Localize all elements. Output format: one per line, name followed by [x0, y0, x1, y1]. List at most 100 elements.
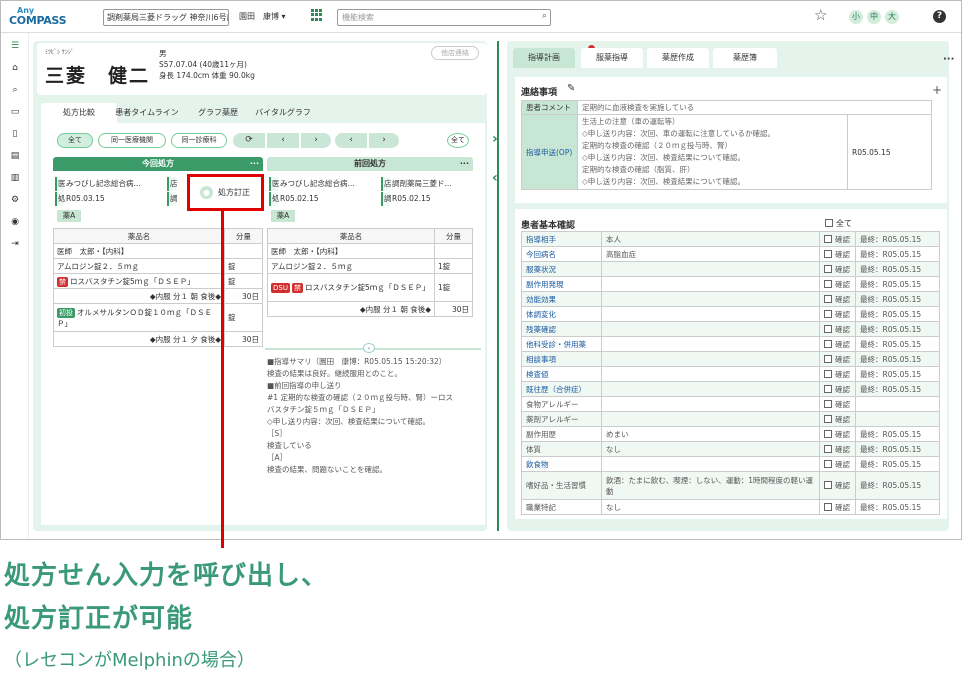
table-row: 医師 太郎・【内科】: [267, 243, 473, 259]
phone-icon[interactable]: ▯: [10, 129, 20, 139]
other-store-button[interactable]: 他店連絡: [431, 46, 479, 60]
check-item-label[interactable]: 副作用発現: [521, 276, 602, 292]
prev-arrow-icon[interactable]: ‹: [267, 133, 299, 148]
confirm-checkbox[interactable]: 確認: [819, 321, 856, 337]
function-search-input[interactable]: 機能検索 ⌕: [337, 9, 551, 26]
check-item-label[interactable]: 他科受診・併用薬: [521, 336, 602, 352]
tab-create-history[interactable]: 薬歴作成: [647, 48, 709, 68]
settings-icon[interactable]: ⚙: [10, 195, 20, 205]
tab-prescription-compare[interactable]: 処方比較: [41, 103, 117, 123]
table-row: 相談事項 確認 最終：R05.05.15: [521, 351, 940, 367]
menu-icon[interactable]: ☰: [10, 41, 20, 51]
search-icon[interactable]: ⌕: [10, 85, 20, 95]
tab-history-book[interactable]: 薬歴簿: [713, 48, 777, 68]
font-size-small-button[interactable]: 小: [849, 10, 863, 24]
next-arrow-icon[interactable]: ›: [301, 133, 331, 148]
filter-same-department-button[interactable]: 同一診療科: [171, 133, 227, 148]
confirm-checkbox[interactable]: 確認: [819, 366, 856, 382]
check-item-label[interactable]: 相談事項: [521, 351, 602, 367]
tab-graph-history[interactable]: グラフ薬歴: [185, 103, 251, 123]
confirm-checkbox[interactable]: 確認: [819, 276, 856, 292]
home-icon[interactable]: ⌂: [10, 63, 20, 73]
search-icon[interactable]: ⌕: [542, 11, 547, 21]
apps-grid-icon[interactable]: [311, 9, 323, 21]
filter-all-2-button[interactable]: 全て: [447, 133, 469, 148]
check-item-label[interactable]: 指導相手: [521, 231, 602, 247]
prev-arrow-2-icon[interactable]: ‹: [335, 133, 367, 148]
help-icon[interactable]: ?: [933, 10, 946, 23]
table-row: 体調変化 確認 最終：R05.05.15: [521, 306, 940, 322]
confirm-checkbox[interactable]: 確認: [819, 411, 856, 427]
caption-line-3: （レセコンがMelphinの場合）: [4, 650, 255, 671]
filter-all-button[interactable]: 全て: [57, 133, 93, 148]
expand-right-icon[interactable]: ›: [492, 132, 498, 146]
table-row: 初投 オルメサルタンＯＤ錠１０ｍｇ「ＤＳＥＰ」錠: [53, 303, 263, 332]
office-icon[interactable]: ▥: [10, 173, 20, 183]
store-select[interactable]: 調剤薬局三菱ドラッグ 神奈川6号店 ▾: [103, 9, 229, 26]
callout-line: [221, 210, 224, 548]
building-icon[interactable]: ▤: [10, 151, 20, 161]
confirm-checkbox[interactable]: 確認: [819, 246, 856, 262]
first-dose-badge: 初投: [57, 307, 75, 318]
check-item-label[interactable]: 服薬状況: [521, 261, 602, 277]
tab-patient-timeline[interactable]: 患者タイムライン: [113, 103, 181, 123]
monitor-icon[interactable]: ▭: [10, 107, 20, 117]
edit-pencil-icon[interactable]: ✎: [567, 83, 575, 94]
tab-guidance-plan[interactable]: 指導計画: [513, 48, 575, 68]
refresh-icon[interactable]: ⟳: [233, 133, 265, 148]
more-icon[interactable]: ···: [460, 157, 469, 171]
confirm-checkbox[interactable]: 確認: [819, 351, 856, 367]
confirm-checkbox[interactable]: 確認: [819, 381, 856, 397]
confirm-checkbox[interactable]: 確認: [819, 291, 856, 307]
filter-same-institution-button[interactable]: 同一医療機関: [98, 133, 166, 148]
check-item-last-date: 最終：R05.05.15: [855, 276, 940, 292]
check-item-label[interactable]: 体調変化: [521, 306, 602, 322]
collapse-icon[interactable]: ⌄: [363, 343, 375, 353]
table-row: 他科受診・併用薬 確認 最終：R05.05.15: [521, 336, 940, 352]
confirm-checkbox[interactable]: 確認: [819, 306, 856, 322]
confirm-checkbox[interactable]: 確認: [819, 396, 856, 412]
confirm-checkbox[interactable]: 確認: [819, 456, 856, 472]
check-item-label[interactable]: 今回病名: [521, 246, 602, 262]
check-item-value: [601, 381, 820, 397]
confirm-checkbox[interactable]: 確認: [819, 499, 856, 515]
next-arrow-2-icon[interactable]: ›: [369, 133, 399, 148]
anycompass-logo[interactable]: Any COMPASS: [9, 6, 66, 27]
check-item-label[interactable]: 効能効果: [521, 291, 602, 307]
tab-medication-guidance[interactable]: 服薬指導: [581, 48, 643, 68]
check-item-label: 食物アレルギー: [521, 396, 602, 412]
user-menu[interactable]: 園田 康博 ▾: [239, 11, 286, 22]
expand-left-icon[interactable]: ‹: [492, 171, 498, 185]
favorite-star-icon[interactable]: ☆: [814, 8, 827, 23]
current-issue-date: 処R05.03.15: [55, 192, 165, 206]
add-icon[interactable]: +: [932, 83, 942, 97]
check-item-label[interactable]: 飲食物: [521, 456, 602, 472]
confirm-checkbox[interactable]: 確認: [819, 231, 856, 247]
confirm-checkbox[interactable]: 確認: [819, 261, 856, 277]
current-drug-table: 薬品名 分量 医師 太郎・【内科】 アムロジン錠２．５ｍｇ 錠 禁ロスバスタチン錠5…: [53, 228, 263, 347]
font-size-large-button[interactable]: 大: [885, 10, 899, 24]
eye-icon[interactable]: ◉: [10, 217, 20, 227]
panel-divider[interactable]: [497, 41, 499, 531]
check-item-label: 職業特記: [521, 499, 602, 515]
confirm-checkbox[interactable]: 確認: [819, 336, 856, 352]
more-icon[interactable]: ···: [250, 157, 259, 171]
confirm-checkbox[interactable]: 確認: [819, 471, 856, 500]
previous-rx-header: 前回処方 ···: [267, 157, 473, 171]
font-size-medium-button[interactable]: 中: [867, 10, 881, 24]
check-item-label[interactable]: 検査値: [521, 366, 602, 382]
check-item-last-date: 最終：R05.05.15: [855, 426, 940, 442]
table-row: 検査値 確認 最終：R05.05.15: [521, 366, 940, 382]
more-icon[interactable]: ···: [943, 54, 954, 65]
table-row: 服薬状況 確認 最終：R05.05.15: [521, 261, 940, 277]
confirm-checkbox[interactable]: 確認: [819, 426, 856, 442]
check-all[interactable]: 全て: [825, 218, 852, 229]
table-row: 副作用歴 めまい 確認 最終：R05.05.15: [521, 426, 940, 442]
check-item-value: [601, 291, 820, 307]
logout-icon[interactable]: ⇥: [10, 239, 20, 249]
confirm-checkbox[interactable]: 確認: [819, 441, 856, 457]
prescription-fix-button[interactable]: ● 処方訂正: [187, 174, 264, 211]
check-item-label[interactable]: 残薬確認: [521, 321, 602, 337]
tab-vital-graph[interactable]: バイタルグラフ: [251, 103, 315, 123]
check-item-label[interactable]: 既往歴（合併症）: [521, 381, 602, 397]
